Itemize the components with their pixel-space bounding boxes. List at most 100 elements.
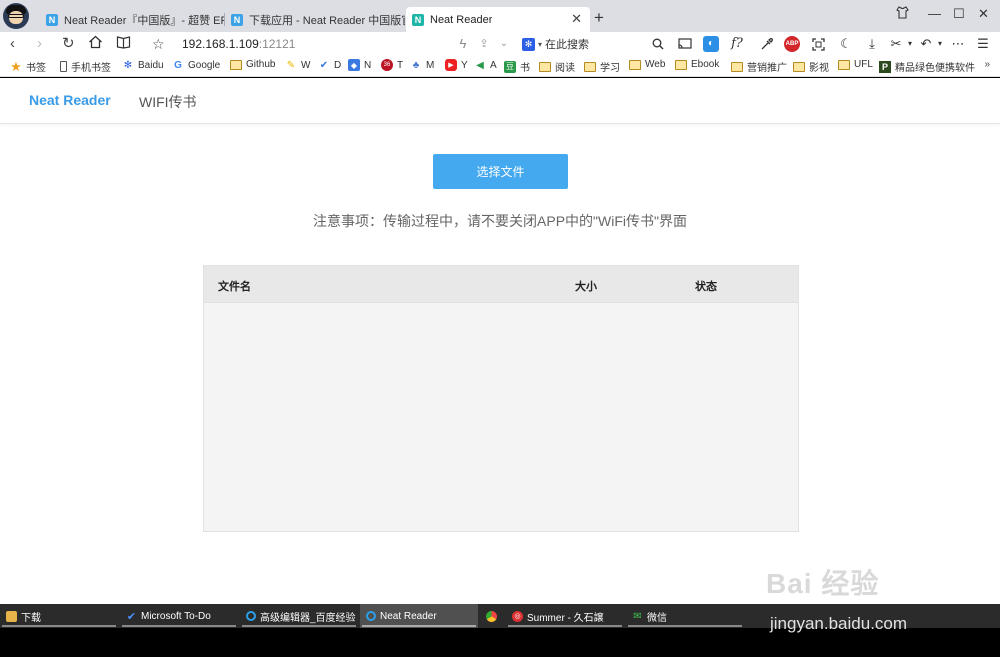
chevron-down-icon[interactable]: ▾	[902, 36, 918, 52]
lightning-icon[interactable]: ϟ	[455, 36, 471, 52]
watermark-url: jingyan.baidu.com	[770, 614, 908, 633]
folder-icon	[731, 61, 743, 72]
close-tab-icon[interactable]: ✕	[571, 11, 582, 27]
brand-logo[interactable]: Neat Reader	[29, 92, 111, 108]
t-icon: 36	[381, 59, 393, 71]
netease-music-icon: ◎	[512, 610, 523, 622]
forward-icon[interactable]: ›	[37, 34, 42, 54]
bookmark-item[interactable]: Github	[230, 59, 275, 70]
folder-icon	[629, 59, 641, 70]
column-header-status: 状态	[695, 281, 717, 293]
menu-icon[interactable]: ☰	[975, 36, 991, 52]
taskbar-item-music[interactable]: ◎ Summer - 久石譲	[506, 604, 624, 628]
back-icon[interactable]: ‹	[10, 34, 15, 54]
bookmark-item[interactable]: ✎ W	[285, 59, 311, 71]
search-box[interactable]: ✻ ▾ 在此搜索	[522, 36, 589, 52]
blue-extension-icon[interactable]: ◐	[703, 36, 719, 52]
minimize-icon[interactable]: —	[928, 6, 941, 21]
p-icon: P	[879, 60, 891, 73]
bookmark-item[interactable]: ✻ Baidu	[122, 59, 164, 71]
taskbar-item-wechat[interactable]: ✉ 微信	[626, 604, 744, 628]
baidu-jingyan-watermark: Bai 经验	[766, 568, 880, 599]
bookmark-item[interactable]: ◆ N	[348, 59, 371, 71]
bookmark-item[interactable]: 阅读	[539, 59, 575, 74]
choose-file-button[interactable]: 选择文件	[433, 154, 568, 189]
tab-title: Neat Reader	[430, 13, 493, 26]
youtube-icon: ▶	[445, 59, 457, 71]
chevron-down-icon: ▾	[538, 39, 543, 49]
cast-icon[interactable]	[677, 36, 693, 52]
reload-icon[interactable]: ↻	[62, 34, 75, 54]
tab-title: 下载应用 - Neat Reader 中国版官网	[249, 14, 405, 27]
address-bar[interactable]: 192.168.1.109:12121	[182, 37, 295, 51]
home-icon[interactable]	[88, 35, 103, 55]
bookmark-item[interactable]: 影视	[793, 59, 829, 74]
bookmark-item[interactable]: P 精品绿色便携软件	[879, 59, 975, 74]
taskbar-item-chrome[interactable]	[480, 604, 506, 628]
user-avatar[interactable]	[3, 3, 29, 29]
folder-icon	[539, 61, 551, 72]
bookmark-item[interactable]: UFL	[838, 59, 873, 70]
bookmark-item[interactable]: 学习	[584, 59, 620, 74]
chevron-down-icon[interactable]: ⌄	[496, 36, 512, 52]
folder-icon	[838, 59, 850, 70]
browser-toolbar: ‹ › ↻ ☆ 192.168.1.109:12121 ϟ ⇪ ⌄ ✻ ▾ 在此…	[0, 32, 1000, 56]
url-port: :12121	[258, 37, 296, 51]
chevron-down-icon[interactable]: ▾	[932, 36, 948, 52]
shirt-skin-icon[interactable]	[896, 6, 909, 22]
close-window-icon[interactable]: ✕	[978, 6, 989, 22]
bookmark-item[interactable]: G Google	[172, 59, 220, 71]
taskbar-item-todo[interactable]: ✔ Microsoft To-Do	[120, 604, 238, 628]
eyedropper-icon[interactable]	[758, 36, 774, 52]
wechat-icon: ✉	[633, 610, 642, 622]
web-page: Neat Reader WIFI传书 选择文件 注意事项：传输过程中，请不要关闭…	[0, 78, 1000, 604]
search-icon[interactable]	[650, 36, 666, 52]
douban-icon: 豆	[504, 60, 516, 73]
taskbar-item-neat-reader[interactable]: Neat Reader	[360, 604, 478, 628]
bookmark-item[interactable]: ✔ D	[318, 59, 341, 71]
bookmark-item[interactable]: Web	[629, 59, 665, 70]
tab-download-app[interactable]: N 下载应用 - Neat Reader 中国版官网	[225, 7, 405, 32]
new-tab-button[interactable]: +	[594, 8, 604, 28]
night-mode-icon[interactable]: ☾	[838, 36, 854, 52]
nav-wifi-transfer[interactable]: WIFI传书	[139, 92, 197, 112]
tab-neat-reader-active[interactable]: N Neat Reader ✕	[406, 7, 590, 32]
bookmark-item[interactable]: ★ 书签	[10, 58, 46, 75]
bookmark-item[interactable]: ♣ M	[410, 59, 435, 71]
taskbar-item-editor[interactable]: 高级编辑器_百度经验	[240, 604, 358, 628]
reader-mode-icon[interactable]	[116, 35, 131, 55]
bookmark-item[interactable]: ◀ A	[474, 59, 497, 71]
bookmark-item[interactable]: 手机书签	[60, 59, 111, 74]
download-icon[interactable]: ⤓	[864, 36, 880, 52]
bookmark-item[interactable]: Ebook	[675, 59, 719, 70]
file-table: 文件名 大小 状态	[203, 265, 799, 532]
page-header: Neat Reader WIFI传书	[0, 78, 1000, 124]
tab-neat-reader-china[interactable]: N Neat Reader『中国版』- 超赞 EPUB	[40, 7, 225, 32]
phone-icon	[60, 61, 67, 72]
bookmark-item[interactable]: 36 T	[381, 59, 403, 71]
maximize-icon[interactable]: ☐	[953, 6, 965, 22]
browser-icon	[366, 611, 376, 621]
bookmark-item[interactable]: 营销推广	[731, 59, 787, 74]
url-host: 192.168.1.109	[182, 37, 259, 51]
baidu-paw-icon: ✻	[522, 37, 535, 51]
google-icon: G	[174, 59, 182, 71]
share-icon[interactable]: ⇪	[476, 36, 492, 52]
bookmark-item[interactable]: ▶ Y	[445, 59, 468, 71]
formula-icon[interactable]: f?	[729, 36, 745, 52]
column-header-size: 大小	[575, 281, 597, 293]
bookmark-item[interactable]: 豆书	[504, 59, 530, 74]
pen-icon: ✎	[286, 59, 296, 71]
taskbar-item-downloads[interactable]: 下载	[0, 604, 118, 628]
bookmark-star-icon[interactable]: ☆	[152, 34, 165, 54]
folder-icon	[675, 59, 687, 70]
adblock-icon[interactable]: ABP	[784, 36, 800, 52]
screenshot-icon[interactable]	[810, 36, 826, 52]
bookmarks-more-button[interactable]: »	[984, 59, 990, 70]
folder-icon	[6, 610, 17, 622]
star-icon: ★	[10, 58, 22, 74]
folder-icon	[230, 59, 242, 70]
screen: N Neat Reader『中国版』- 超赞 EPUB N 下载应用 - Nea…	[0, 0, 1000, 657]
more-dots-icon[interactable]: ⋯	[950, 36, 966, 52]
neat-reader-favicon-icon: N	[46, 13, 58, 26]
